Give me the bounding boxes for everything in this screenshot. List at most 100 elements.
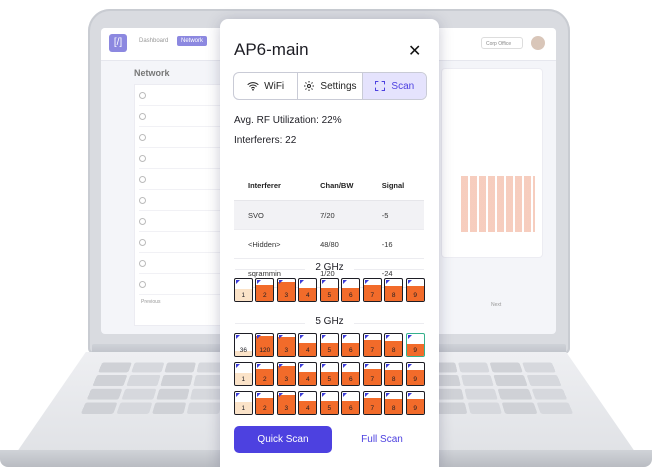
channel-marker-icon [236, 364, 240, 368]
channel-marker-icon [257, 280, 262, 284]
table-cell: 7/20 [320, 200, 382, 230]
channel-number: 7 [370, 347, 375, 354]
table-cell: <Hidden> [234, 229, 321, 259]
channel-cell: 4 [298, 362, 318, 386]
channel-number: 4 [305, 347, 310, 354]
office-select[interactable]: Corp Office [481, 37, 523, 49]
app-logo: [/] [109, 34, 127, 52]
channel-number: 6 [348, 376, 353, 383]
channel-marker-icon [300, 393, 305, 397]
channel-number: 8 [391, 376, 396, 383]
channel-number: 3 [284, 347, 289, 354]
channel-number: 6 [348, 405, 353, 412]
channel-cell: 9 [405, 362, 425, 386]
channel-cell: 3 [276, 278, 296, 302]
channel-cell: 1 [234, 362, 253, 386]
channel-number: 8 [391, 405, 396, 412]
full-scan-button[interactable]: Full Scan [347, 426, 417, 453]
channel-number: 120 [259, 347, 271, 354]
channel-marker-icon [321, 280, 326, 284]
channel-cell: 6 [341, 278, 361, 302]
interferers-count: Interferers: 22 [234, 135, 297, 146]
channel-number: 5 [327, 347, 332, 354]
avatar[interactable] [531, 36, 545, 50]
channel-cell: 5 [319, 391, 339, 415]
background-channel-grid [461, 176, 535, 232]
column-header: Interferer [234, 171, 321, 201]
channel-number: 5 [327, 292, 332, 299]
channel-number: 8 [391, 347, 396, 354]
channel-cell: 9 [405, 333, 425, 357]
channel-number: 3 [284, 292, 289, 299]
channel-cell: 7 [362, 333, 382, 357]
channel-cell: 4 [298, 333, 318, 357]
channel-cell: 1 [234, 391, 253, 415]
tab-wifi[interactable]: WiFi [234, 73, 299, 99]
quick-scan-button[interactable]: Quick Scan [234, 426, 332, 453]
channel-cell: 5 [319, 362, 339, 386]
channel-marker-icon [278, 393, 283, 397]
tab-label: Scan [391, 80, 415, 92]
channel-marker-icon [407, 393, 412, 397]
channel-number: 1 [241, 405, 246, 412]
channel-number: 2 [263, 405, 267, 412]
tab-scan[interactable]: Scan [362, 73, 426, 99]
channel-marker-icon [321, 335, 326, 339]
channel-number: 6 [348, 347, 353, 354]
channel-cell: 4 [298, 391, 318, 415]
channel-cell: 3 [276, 362, 296, 386]
tab-settings[interactable]: Settings [298, 73, 363, 99]
nav-network[interactable]: Network [177, 36, 208, 46]
channel-marker-icon [386, 280, 391, 284]
table-cell: 48/80 [320, 229, 382, 259]
band-5ghz-label: 5 GHz [220, 316, 439, 327]
channel-marker-icon [321, 364, 326, 368]
channel-marker-icon [278, 335, 283, 339]
channel-number: 36 [239, 347, 247, 354]
channel-cell: 8 [384, 333, 404, 357]
channel-cell: 8 [384, 391, 404, 415]
channel-number: 3 [284, 405, 289, 412]
channel-number: 7 [370, 292, 375, 299]
channel-cell: 7 [362, 391, 382, 415]
channel-number: 7 [370, 405, 375, 412]
table-cell: SVO [234, 200, 321, 230]
channel-number: 4 [305, 405, 310, 412]
nav-dashboard[interactable]: Dashboard [139, 38, 168, 44]
table-cell: -5 [381, 200, 424, 230]
close-icon[interactable]: ✕ [408, 41, 421, 61]
band-2ghz-label: 2 GHz [220, 262, 439, 273]
channel-marker-icon [386, 335, 391, 339]
channel-cell: 7 [362, 278, 382, 302]
channel-number: 9 [413, 347, 418, 354]
next-button[interactable]: Next [491, 302, 501, 308]
channel-number: 8 [391, 292, 396, 299]
channel-marker-icon [343, 335, 348, 339]
column-header: Signal [381, 171, 424, 201]
channel-cell: 5 [319, 278, 339, 302]
channel-cell: 3 [276, 333, 296, 357]
channel-number: 9 [413, 405, 418, 412]
channel-number: 6 [348, 292, 353, 299]
channel-marker-icon [300, 335, 305, 339]
channel-row-5ghz: 1 2 3 4 5 6 7 8 9 [234, 391, 425, 415]
channel-cell: 6 [341, 391, 361, 415]
channel-cell: 9 [405, 391, 425, 415]
channel-row-2ghz: 1 2 3 4 5 6 7 8 9 [234, 278, 425, 302]
channel-marker-icon [343, 280, 348, 284]
channel-cell: 36 [234, 333, 253, 357]
channel-row-5ghz: 1 2 3 4 5 6 7 8 9 [234, 362, 425, 386]
channel-number: 3 [284, 376, 289, 383]
channel-cell: 8 [384, 278, 404, 302]
channel-number: 9 [413, 376, 418, 383]
channel-number: 4 [305, 292, 310, 299]
channel-marker-icon [343, 364, 348, 368]
channel-cell: 1 [234, 278, 253, 302]
channel-cell: 9 [405, 278, 425, 302]
channel-marker-icon [364, 393, 369, 397]
column-header: Chan/BW [320, 171, 382, 201]
channel-number: 4 [305, 376, 310, 383]
channel-number: 2 [263, 376, 267, 383]
channel-marker-icon [364, 335, 369, 339]
channel-marker-icon [300, 364, 305, 368]
